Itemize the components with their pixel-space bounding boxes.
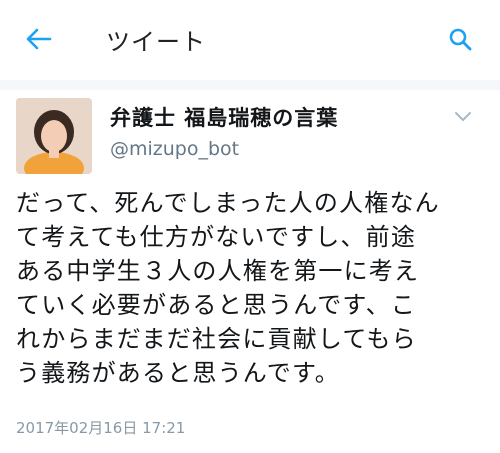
tweet-menu-button[interactable] — [454, 108, 472, 121]
tweet-detail: 弁護士 福島瑞穂の言葉 @mizupo_bot だって、死んでしまった人の人権な… — [0, 90, 500, 453]
user-handle[interactable]: @mizupo_bot — [110, 138, 239, 160]
search-icon — [449, 28, 472, 51]
tweet-text: だって、死んでしまった人の人権なん て考えても仕方がないですし、前途 ある中学生… — [16, 189, 440, 387]
arrow-left-icon — [26, 28, 52, 50]
search-button[interactable] — [448, 27, 472, 51]
top-app-bar: ツイート — [0, 0, 500, 81]
page-title: ツイート — [106, 28, 206, 56]
profile-photo — [16, 98, 92, 174]
display-name[interactable]: 弁護士 福島瑞穂の言葉 — [110, 102, 338, 132]
divider — [0, 80, 500, 90]
tweet-timestamp: 2017年02月16日 17:21 — [16, 419, 186, 437]
back-button[interactable] — [24, 26, 54, 52]
avatar[interactable] — [16, 98, 92, 174]
chevron-down-icon — [455, 112, 471, 121]
